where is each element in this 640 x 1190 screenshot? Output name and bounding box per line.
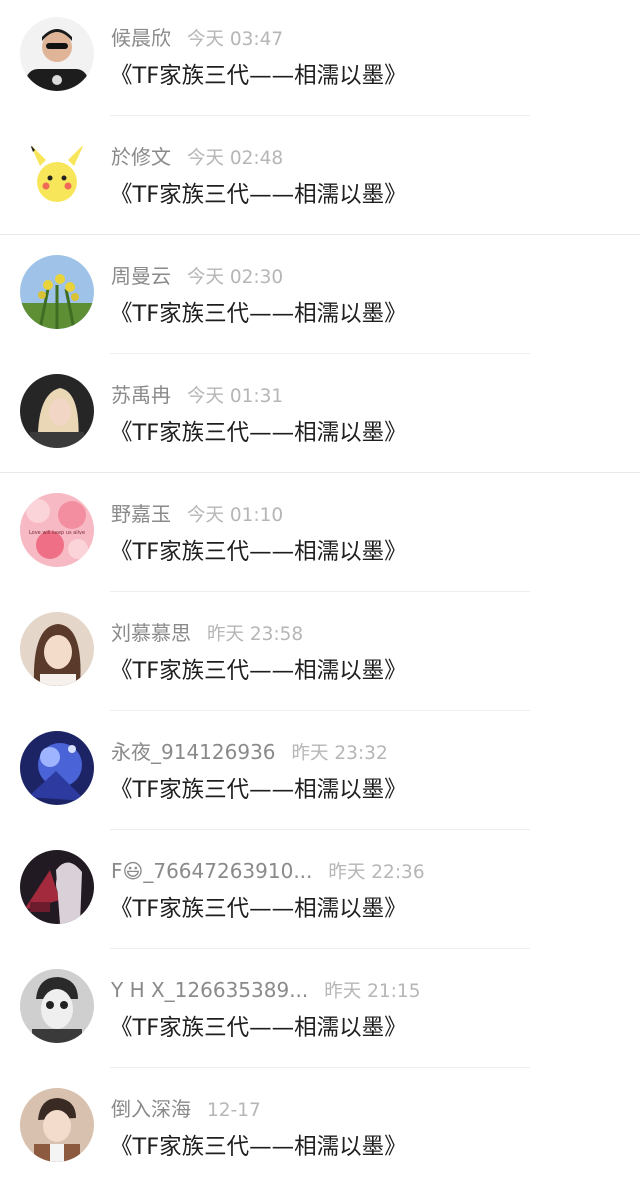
list-item[interactable]: 刘慕慕思 昨天 23:58 《TF家族三代——相濡以墨》	[0, 595, 640, 714]
timestamp: 今天 01:31	[187, 386, 284, 407]
avatar-dark-anime-icon	[20, 850, 94, 924]
avatar[interactable]	[20, 255, 94, 329]
comment-text: 《TF家族三代——相濡以墨》	[110, 539, 407, 565]
comment-text: 《TF家族三代——相濡以墨》	[110, 658, 407, 684]
comment-text: 《TF家族三代——相濡以墨》	[110, 420, 407, 446]
divider	[110, 948, 530, 949]
timestamp: 昨天 22:36	[328, 862, 425, 883]
username[interactable]: 於修文	[111, 145, 171, 169]
avatar[interactable]	[20, 1088, 94, 1162]
avatar-pikachu-icon	[20, 136, 94, 210]
username[interactable]: 倒入深海	[111, 1097, 191, 1121]
divider	[110, 591, 530, 592]
list-item[interactable]: 候晨欣 今天 03:47 《TF家族三代——相濡以墨》	[0, 0, 640, 119]
list-item[interactable]: 周曼云 今天 02:30 《TF家族三代——相濡以墨》	[0, 238, 640, 357]
comment-list: 候晨欣 今天 03:47 《TF家族三代——相濡以墨》 於修文 今天 02:48 《…	[0, 0, 640, 1186]
avatar-painted-face-icon	[20, 969, 94, 1043]
timestamp: 今天 02:30	[187, 267, 284, 288]
list-item[interactable]: 於修文 今天 02:48 《TF家族三代——相濡以墨》	[0, 119, 640, 238]
avatar-caption: Love will keep us alive	[29, 530, 85, 536]
timestamp: 今天 01:10	[187, 505, 284, 526]
comment-text: 《TF家族三代——相濡以墨》	[110, 896, 407, 922]
avatar-blue-anime-icon	[20, 731, 94, 805]
list-item[interactable]: F😃_76647263910... 昨天 22:36 《TF家族三代——相濡以墨》	[0, 833, 640, 952]
avatar[interactable]	[20, 969, 94, 1043]
username[interactable]: F😃_76647263910...	[111, 859, 312, 883]
avatar[interactable]	[20, 136, 94, 210]
divider	[0, 234, 640, 235]
list-item[interactable]: Y H X_126635389... 昨天 21:15 《TF家族三代——相濡以墨…	[0, 952, 640, 1071]
divider	[110, 829, 530, 830]
timestamp: 今天 03:47	[187, 29, 284, 50]
username[interactable]: 永夜_914126936	[111, 740, 276, 764]
avatar-yellow-flowers-icon	[20, 255, 94, 329]
avatar[interactable]	[20, 850, 94, 924]
list-item[interactable]: 苏禹冉 今天 01:31 《TF家族三代——相濡以墨》	[0, 357, 640, 476]
comment-text: 《TF家族三代——相濡以墨》	[110, 777, 407, 803]
timestamp: 昨天 23:32	[291, 743, 388, 764]
divider	[110, 353, 530, 354]
timestamp: 昨天 23:58	[207, 624, 304, 645]
avatar-pink-bokeh-icon: Love will keep us alive	[20, 493, 94, 567]
list-item[interactable]: 倒入深海 12-17 《TF家族三代——相濡以墨》	[0, 1071, 640, 1190]
avatar-blonde-girl-icon	[20, 374, 94, 448]
list-item[interactable]: 永夜_914126936 昨天 23:32 《TF家族三代——相濡以墨》	[0, 714, 640, 833]
comment-text: 《TF家族三代——相濡以墨》	[110, 182, 407, 208]
username[interactable]: 候晨欣	[111, 26, 171, 50]
divider	[0, 472, 640, 473]
username[interactable]: 刘慕慕思	[111, 621, 191, 645]
avatar[interactable]: Love will keep us alive	[20, 493, 94, 567]
timestamp: 12-17	[207, 1100, 261, 1121]
avatar-girl-portrait-icon	[20, 612, 94, 686]
divider	[110, 1067, 530, 1068]
avatar[interactable]	[20, 374, 94, 448]
divider	[110, 115, 530, 116]
avatar[interactable]	[20, 612, 94, 686]
divider	[110, 710, 530, 711]
comment-text: 《TF家族三代——相濡以墨》	[110, 1015, 407, 1041]
avatar[interactable]	[20, 17, 94, 91]
comment-text: 《TF家族三代——相濡以墨》	[110, 1134, 407, 1160]
username[interactable]: 野嘉玉	[111, 502, 171, 526]
comment-text: 《TF家族三代——相濡以墨》	[110, 63, 407, 89]
username[interactable]: 周曼云	[111, 264, 171, 288]
avatar[interactable]	[20, 731, 94, 805]
username[interactable]: 苏禹冉	[111, 383, 171, 407]
comment-text: 《TF家族三代——相濡以墨》	[110, 301, 407, 327]
timestamp: 昨天 21:15	[324, 981, 421, 1002]
avatar-boy-portrait-icon	[20, 1088, 94, 1162]
list-item[interactable]: Love will keep us alive 野嘉玉 今天 01:10 《TF家…	[0, 476, 640, 595]
username[interactable]: Y H X_126635389...	[111, 978, 308, 1002]
timestamp: 今天 02:48	[187, 148, 284, 169]
avatar-man-skull-shirt-icon	[20, 17, 94, 91]
